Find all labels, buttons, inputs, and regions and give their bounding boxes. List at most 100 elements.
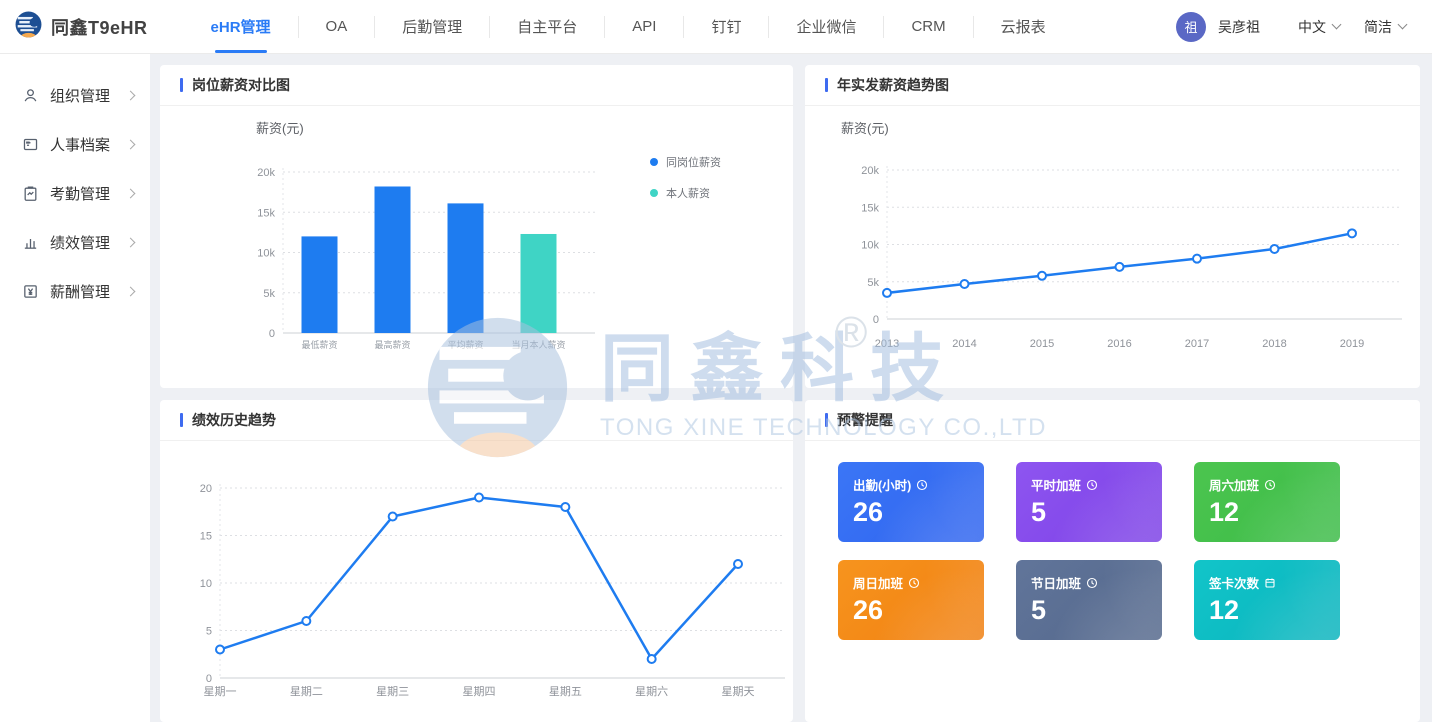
- svg-text:星期三: 星期三: [376, 685, 409, 698]
- sidebar-item-performance[interactable]: 绩效管理: [0, 218, 150, 267]
- nav-tab-api[interactable]: API: [605, 0, 683, 53]
- svg-text:星期五: 星期五: [549, 685, 582, 698]
- username[interactable]: 吴彦祖: [1218, 17, 1260, 37]
- sidebar-item-attendance[interactable]: 考勤管理: [0, 169, 150, 218]
- alert-card-value: 26: [853, 597, 984, 624]
- chevron-down-icon: [1332, 20, 1342, 30]
- chevron-right-icon: [126, 238, 136, 248]
- language-dropdown[interactable]: 中文: [1298, 17, 1340, 37]
- sidebar-item-hr-files[interactable]: 人事档案: [0, 120, 150, 169]
- svg-text:星期六: 星期六: [635, 685, 668, 698]
- sidebar-item-label: 薪酬管理: [50, 281, 127, 302]
- salary_compare-svg: 05k10k15k20k最低薪资最高薪资平均薪资当月本人薪资: [235, 155, 595, 365]
- person-icon: [21, 87, 39, 105]
- alert-card-3[interactable]: 周六加班 12: [1194, 462, 1340, 542]
- clock-icon: [916, 479, 928, 491]
- nav-tab-crm[interactable]: CRM: [884, 0, 972, 53]
- brand-name: 同鑫T9eHR: [51, 14, 148, 40]
- svg-text:5k: 5k: [263, 288, 275, 300]
- alert-card-1[interactable]: 出勤(小时)26: [838, 462, 984, 542]
- chevron-right-icon: [126, 189, 136, 199]
- svg-text:2015: 2015: [1030, 338, 1054, 350]
- nav-tab-dingtalk[interactable]: 钉钉: [684, 0, 768, 53]
- salary-compare-chart: 薪资(元) 05k10k15k20k最低薪资最高薪资平均薪资当月本人薪资 同岗位…: [160, 106, 793, 388]
- svg-text:星期四: 星期四: [463, 685, 496, 698]
- svg-text:最低薪资: 最低薪资: [301, 339, 337, 350]
- sidebar-item-org[interactable]: 组织管理: [0, 71, 150, 120]
- clock-icon: [1086, 479, 1098, 491]
- svg-text:2013: 2013: [875, 338, 899, 350]
- theme-dropdown[interactable]: 简洁: [1364, 17, 1406, 37]
- panel-header: 年实发薪资趋势图: [805, 65, 1420, 106]
- svg-text:5k: 5k: [867, 277, 879, 289]
- svg-text:20k: 20k: [861, 165, 879, 177]
- chevron-down-icon: [1398, 20, 1408, 30]
- svg-text:0: 0: [873, 314, 879, 326]
- title-accent-bar: [180, 78, 183, 92]
- sidebar-item-label: 人事档案: [50, 134, 127, 155]
- panel-performance-history: 绩效历史趋势 05101520星期一星期二星期三星期四星期五星期六星期天: [160, 400, 793, 722]
- svg-text:星期一: 星期一: [204, 685, 237, 698]
- svg-text:15: 15: [200, 531, 212, 543]
- clock-icon: [1264, 479, 1276, 491]
- sidebar-item-label: 考勤管理: [50, 183, 127, 204]
- app-logo-icon: [15, 11, 42, 43]
- svg-text:星期二: 星期二: [290, 685, 323, 698]
- alert-card-4[interactable]: 周日加班26: [838, 560, 984, 640]
- panel-alerts: 预警提醒 出勤(小时)26平时加班5周六加班12周日加班26节日加班5签卡次数1…: [805, 400, 1420, 722]
- sidebar-item-salary[interactable]: 薪酬管理: [0, 267, 150, 316]
- panel-title: 预警提醒: [837, 410, 893, 430]
- alert-card-2[interactable]: 平时加班 5: [1016, 462, 1162, 542]
- avatar[interactable]: 祖: [1176, 12, 1206, 42]
- alert-card-value: 5: [1031, 597, 1162, 624]
- bar-chart-icon: [21, 234, 39, 252]
- performance-history-chart: 05101520星期一星期二星期三星期四星期五星期六星期天: [160, 441, 793, 722]
- y-axis-title: 薪资(元): [256, 118, 304, 137]
- svg-text:当月本人薪资: 当月本人薪资: [511, 339, 565, 350]
- nav-tab-self-platform[interactable]: 自主平台: [490, 0, 604, 53]
- salary-icon: [21, 283, 39, 301]
- nav-tab-logistics[interactable]: 后勤管理: [375, 0, 489, 53]
- svg-text:0: 0: [269, 328, 275, 340]
- svg-text:0: 0: [206, 673, 212, 685]
- sidebar-item-label: 绩效管理: [50, 232, 127, 253]
- alert-card-5[interactable]: 节日加班5: [1016, 560, 1162, 640]
- svg-text:20k: 20k: [257, 167, 275, 179]
- alert-card-value: 5: [1031, 499, 1162, 526]
- nav-tab-wecom[interactable]: 企业微信: [769, 0, 883, 53]
- alert-card-value: 12: [1209, 499, 1340, 526]
- sidebar-item-label: 组织管理: [50, 85, 127, 106]
- svg-text:星期天: 星期天: [722, 685, 755, 698]
- svg-text:5: 5: [206, 626, 212, 638]
- main-content: 岗位薪资对比图 薪资(元) 0 5k 10k 15k 20k 最低薪资 最高薪资 平均薪资 当月…: [150, 54, 1432, 722]
- alert-card-label: 平时加班: [1031, 475, 1162, 494]
- legend-dot-icon: [650, 189, 658, 197]
- svg-text:2014: 2014: [952, 338, 976, 350]
- salary_trend-svg: 05k10k15k20k2013201420152016201720182019: [825, 150, 1410, 365]
- panel-title: 年实发薪资趋势图: [837, 75, 949, 95]
- svg-text:2017: 2017: [1185, 338, 1209, 350]
- clock-icon: [1086, 577, 1098, 589]
- svg-text:2018: 2018: [1262, 338, 1286, 350]
- svg-text:最高薪资: 最高薪资: [374, 339, 410, 350]
- brand[interactable]: 同鑫T9eHR: [15, 11, 148, 43]
- nav-tab-cloud-report[interactable]: 云报表: [974, 0, 1073, 53]
- svg-text:2016: 2016: [1107, 338, 1131, 350]
- svg-text:10: 10: [200, 578, 212, 590]
- alert-card-label: 出勤(小时): [853, 475, 984, 494]
- svg-text:10k: 10k: [257, 248, 275, 260]
- legend-item[interactable]: 本人薪资: [650, 185, 721, 201]
- alert-card-6[interactable]: 签卡次数12: [1194, 560, 1340, 640]
- user-area: 祖 吴彦祖 中文 简洁: [1176, 12, 1406, 42]
- legend-item[interactable]: 同岗位薪资: [650, 154, 721, 170]
- panel-title: 绩效历史趋势: [192, 410, 276, 430]
- nav-tab-ehr[interactable]: eHR管理: [184, 0, 298, 53]
- svg-text:平均薪资: 平均薪资: [447, 339, 483, 350]
- panel-title: 岗位薪资对比图: [192, 75, 290, 95]
- sidebar-menu: 组织管理人事档案考勤管理绩效管理薪酬管理: [0, 54, 150, 722]
- alert-card-label: 周六加班: [1209, 475, 1340, 494]
- nav-tabs: eHR管理OA后勤管理自主平台API钉钉企业微信CRM云报表: [184, 0, 1073, 53]
- svg-text:15k: 15k: [861, 202, 879, 214]
- chevron-right-icon: [126, 287, 136, 297]
- nav-tab-oa[interactable]: OA: [299, 0, 375, 53]
